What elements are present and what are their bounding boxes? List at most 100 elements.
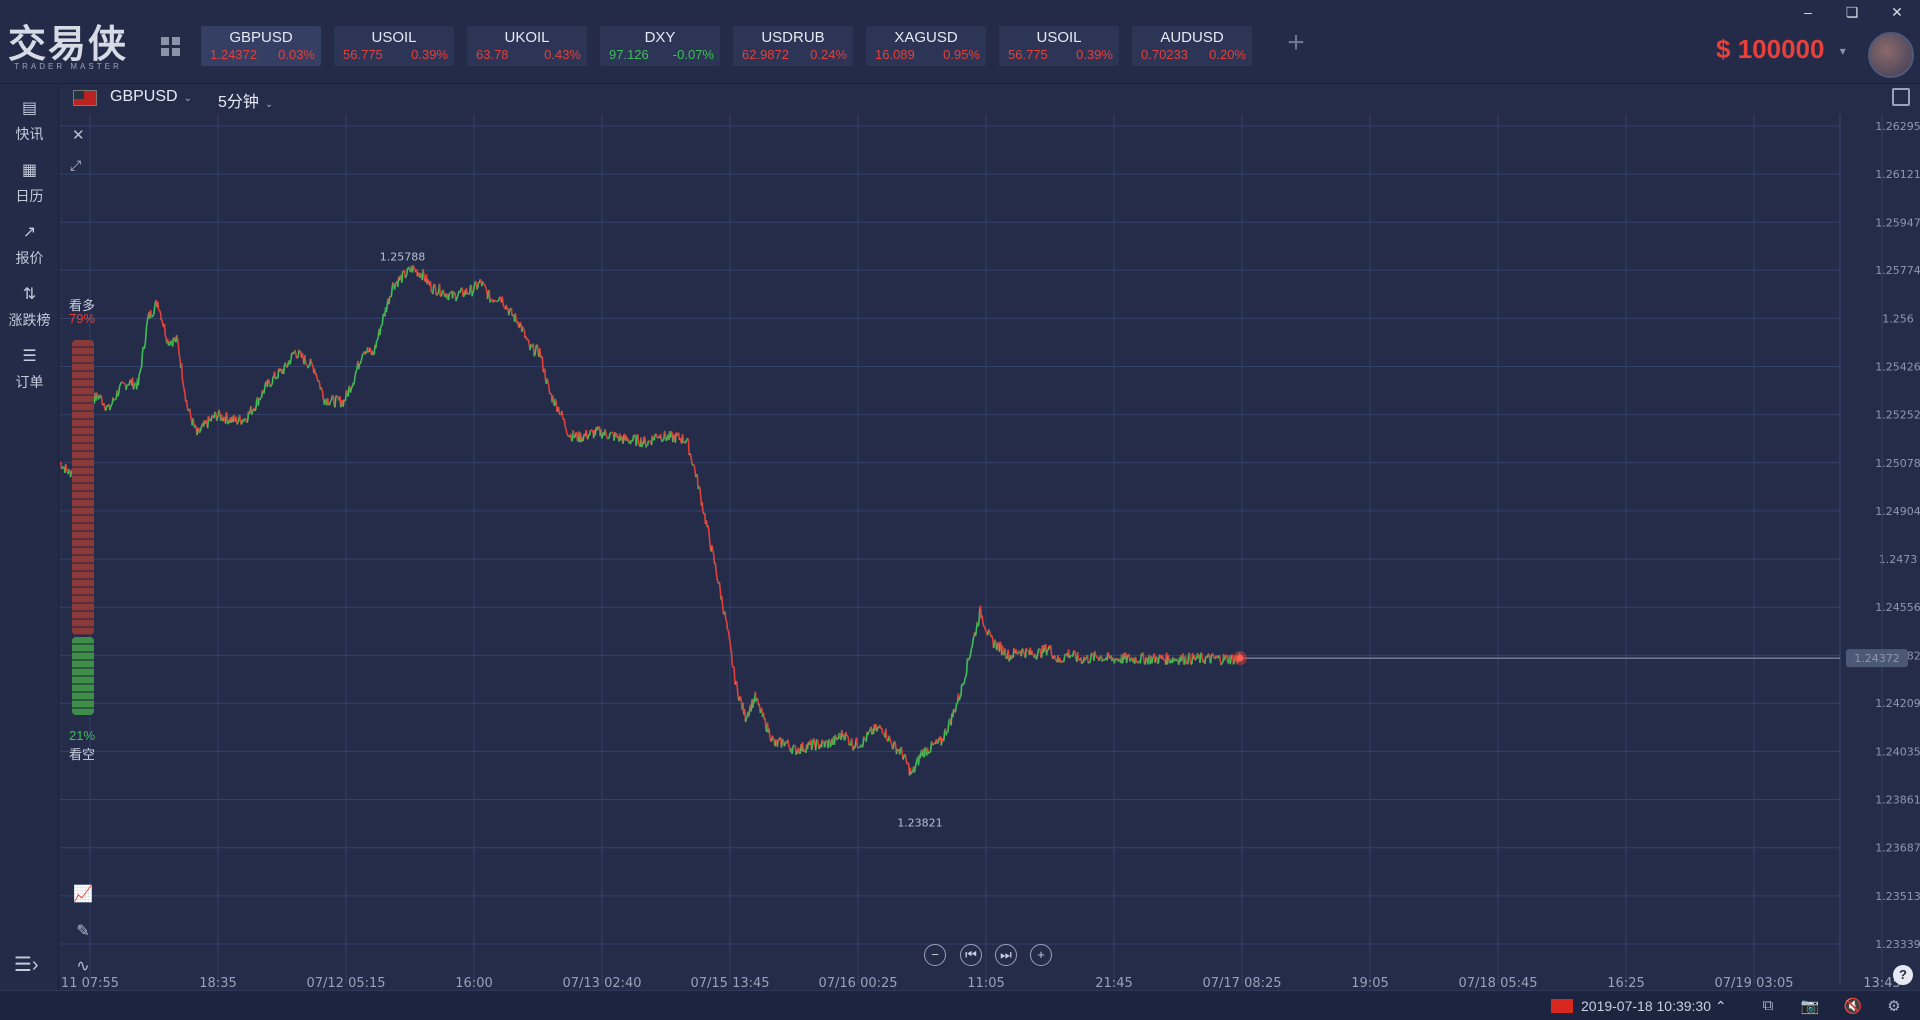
ticker-card[interactable]: USOIL 56.775 0.39% <box>999 26 1119 66</box>
price-segment <box>508 309 511 316</box>
price-segment <box>923 747 926 758</box>
jump-end-button[interactable]: ⏭ <box>995 944 1017 966</box>
timeframe-selector[interactable]: 5分钟 ⌄ <box>218 88 273 112</box>
price-segment <box>902 756 905 760</box>
apps-grid-icon[interactable] <box>161 37 181 57</box>
camera-icon[interactable]: 📷 <box>1800 997 1820 1015</box>
price-segment <box>127 383 131 386</box>
ticker-card[interactable]: DXY 97.126 -0.07% <box>600 26 720 66</box>
price-segment <box>238 414 242 419</box>
indicator-icon[interactable]: 📈 <box>72 884 94 906</box>
price-segment <box>834 734 837 737</box>
account-balance[interactable]: $ 100000 ▾ <box>1716 34 1846 65</box>
price-segment <box>755 698 758 702</box>
price-segment <box>716 577 719 583</box>
nav-item-calendar[interactable]: ▦ 日历 <box>0 162 59 218</box>
window-icon[interactable]: ⧉ <box>1758 997 1778 1015</box>
symbol-selector[interactable]: GBPUSD ⌄ <box>110 88 192 106</box>
price-segment <box>321 388 324 394</box>
restore-icon[interactable]: ❏ <box>1840 2 1864 22</box>
menu-icon[interactable]: ☰› <box>14 952 39 977</box>
price-segment <box>725 621 729 630</box>
price-segment <box>967 658 970 661</box>
nav-item-quote[interactable]: ↗ 报价 <box>0 224 59 280</box>
balance-amount: 100000 <box>1737 34 1825 64</box>
price-segment <box>261 389 264 393</box>
layout-panel-icon[interactable] <box>1892 88 1910 106</box>
close-icon[interactable]: ✕ <box>1885 2 1909 22</box>
price-segment <box>814 740 818 751</box>
price-segment <box>978 610 981 624</box>
price-segment <box>521 326 525 330</box>
nav-item-sort[interactable]: ⇅ 涨跌榜 <box>0 286 59 342</box>
chart-canvas[interactable]: 1.262951.261211.259471.257741.2561.25426… <box>60 114 1920 990</box>
price-segment <box>419 272 423 277</box>
price-segment <box>194 424 198 431</box>
price-segment <box>344 399 347 402</box>
x-tick-label: 07/17 08:25 <box>1202 976 1281 990</box>
price-segment <box>1107 651 1110 654</box>
ticker-card[interactable]: XAGUSD 16.089 0.95% <box>866 26 986 66</box>
avatar[interactable] <box>1868 32 1914 78</box>
price-chart[interactable]: 1.26295 1.26121 1.25947 1.25774 1.256 1.25426… <box>60 114 1920 990</box>
price-segment <box>1013 647 1016 651</box>
price-segment <box>1184 655 1187 662</box>
price-segment <box>947 723 950 733</box>
price-segment <box>971 638 974 647</box>
ticker-card[interactable]: GBPUSD 1.24372 0.03% <box>201 26 321 66</box>
ticker-card[interactable]: USDRUB 62.9872 0.24% <box>733 26 853 66</box>
price-segment <box>977 623 980 627</box>
ticker-card[interactable]: AUDUSD 0.70233 0.20% <box>1132 26 1252 66</box>
price-segment <box>787 745 791 748</box>
price-segment <box>1098 656 1102 660</box>
x-tick-label: 07/19 03:05 <box>1714 976 1793 990</box>
chevron-down-icon: ▾ <box>1839 44 1846 59</box>
minimize-icon[interactable]: – <box>1796 2 1820 22</box>
price-segment <box>146 316 149 322</box>
price-segment <box>867 731 870 736</box>
price-segment <box>392 282 395 287</box>
price-segment <box>1163 658 1166 661</box>
price-segment <box>730 647 733 654</box>
price-segment <box>301 353 304 360</box>
app-logo[interactable]: 交易侠 TRADER MASTER <box>8 24 132 76</box>
draw-tool-icon[interactable]: ✎ <box>72 921 94 943</box>
price-segment <box>555 401 558 412</box>
price-segment <box>662 438 665 441</box>
price-segment <box>145 321 149 327</box>
price-segment <box>778 737 781 741</box>
server-time[interactable]: 2019-07-18 10:39:30 ⌃ <box>1581 998 1727 1015</box>
price-segment <box>941 737 944 742</box>
nav-item-order[interactable]: ☰ 订单 <box>0 348 59 404</box>
x-tick-label: 16:00 <box>455 976 492 990</box>
price-segment <box>1208 653 1211 660</box>
zoom-in-button[interactable]: + <box>1030 944 1052 966</box>
add-symbol-button[interactable]: + <box>1283 28 1309 58</box>
ticker-card[interactable]: USOIL 56.775 0.39% <box>334 26 454 66</box>
zoom-out-button[interactable]: − <box>924 944 946 966</box>
price-segment <box>336 396 339 399</box>
price-segment <box>534 348 537 356</box>
price-segment <box>536 344 539 355</box>
help-icon[interactable]: ? <box>1893 965 1913 985</box>
ticker-card[interactable]: UKOIL 63.78 0.43% <box>467 26 587 66</box>
price-segment <box>122 381 125 384</box>
price-segment <box>331 394 335 397</box>
price-segment <box>177 344 180 355</box>
price-segment <box>1068 655 1072 659</box>
mute-icon[interactable]: 🔇 <box>1843 997 1863 1015</box>
price-segment <box>286 361 290 367</box>
left-sidebar: ▤ 快讯 ▦ 日历 ↗ 报价 ⇅ 涨跌榜 ☰ 订单 <box>0 84 59 990</box>
price-segment <box>1121 657 1125 664</box>
x-tick-label: 18:35 <box>199 976 236 990</box>
wave-icon[interactable]: ∿ <box>72 956 94 978</box>
price-segment <box>964 676 967 679</box>
price-segment <box>264 382 267 388</box>
price-segment <box>329 400 332 404</box>
settings-icon[interactable]: ⚙ <box>1884 997 1904 1015</box>
price-segment <box>1144 657 1147 664</box>
price-segment <box>332 396 335 406</box>
jump-start-button[interactable]: ⏮ <box>960 944 982 966</box>
price-segment <box>441 290 444 295</box>
nav-item-news[interactable]: ▤ 快讯 <box>0 100 59 156</box>
